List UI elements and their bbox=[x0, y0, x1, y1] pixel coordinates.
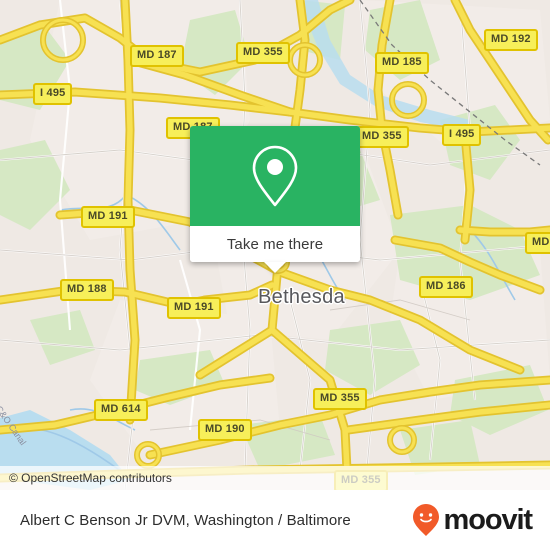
map-pin-icon bbox=[252, 145, 298, 207]
road-shield: MD 187 bbox=[130, 45, 184, 67]
popup-icon-area bbox=[190, 126, 360, 226]
attribution-text: © OpenStreetMap contributors bbox=[9, 471, 172, 485]
road-shield: MD 4 bbox=[525, 232, 550, 254]
place-label-bethesda: Bethesda bbox=[258, 286, 345, 308]
road-shield: MD 191 bbox=[81, 206, 135, 228]
road-shield: I 495 bbox=[442, 124, 482, 146]
road-shield: I 495 bbox=[33, 83, 73, 105]
page-title: Albert C Benson Jr DVM, Washington / Bal… bbox=[20, 511, 351, 529]
road-shield: MD 614 bbox=[94, 399, 148, 421]
road-shield: MD 355 bbox=[313, 388, 367, 410]
location-popup-card[interactable]: Take me there bbox=[190, 126, 360, 273]
road-shield: MD 185 bbox=[375, 52, 429, 74]
popup-pointer-tail bbox=[264, 262, 286, 273]
take-me-there-button[interactable]: Take me there bbox=[227, 236, 323, 253]
map-canvas[interactable]: MD 187MD 355MD 185MD 192I 495MD 187I 495… bbox=[0, 0, 550, 490]
moovit-smiley-pin-icon bbox=[412, 504, 439, 536]
road-shield: MD 191 bbox=[167, 297, 221, 319]
road-shield: MD 192 bbox=[484, 29, 538, 51]
moovit-logo[interactable]: moovit bbox=[411, 503, 534, 537]
map-screenshot-root: MD 187MD 355MD 185MD 192I 495MD 187I 495… bbox=[0, 0, 550, 550]
popup-cta-area[interactable]: Take me there bbox=[190, 226, 360, 262]
moovit-wordmark: moovit bbox=[443, 503, 534, 536]
road-shield: MD 186 bbox=[419, 276, 473, 298]
map-attribution: © OpenStreetMap contributors bbox=[0, 466, 550, 490]
road-shield: MD 188 bbox=[60, 279, 114, 301]
road-shield: MD 355 bbox=[236, 42, 290, 64]
road-shield: MD 355 bbox=[355, 126, 409, 148]
road-shield: MD 190 bbox=[198, 419, 252, 441]
footer-bar: Albert C Benson Jr DVM, Washington / Bal… bbox=[0, 490, 550, 550]
